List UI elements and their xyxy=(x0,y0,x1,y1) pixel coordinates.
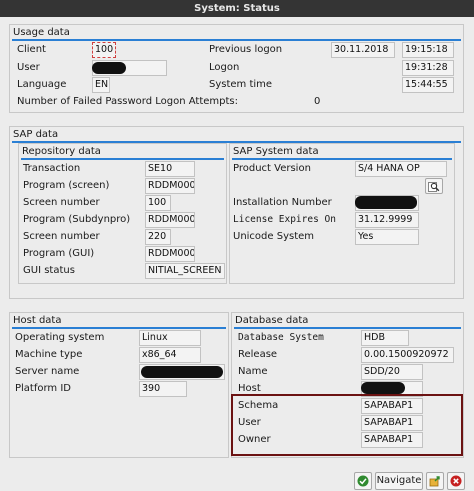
previous-logon-time-field[interactable]: 19:15:18 xyxy=(402,42,454,58)
database-name-label: Name xyxy=(238,366,268,377)
previous-logon-label: Previous logon xyxy=(209,44,283,55)
database-system-field[interactable]: HDB xyxy=(361,330,409,346)
failed-logon-value: 0 xyxy=(314,96,321,107)
program-subdynpro-field[interactable]: RDDM0001 xyxy=(145,212,195,228)
operating-system-label: Operating system xyxy=(15,332,105,343)
program-subdynpro-label: Program (Subdynpro) xyxy=(23,214,131,225)
logon-time-field[interactable]: 19:31:28 xyxy=(402,60,454,76)
screen-number-field[interactable]: 100 xyxy=(145,195,171,211)
system-time-field[interactable]: 15:44:55 xyxy=(402,77,454,93)
installation-number-label: Installation Number xyxy=(233,197,332,208)
navigate-button[interactable]: Navigate xyxy=(375,472,423,490)
database-data-title: Database data xyxy=(235,315,309,326)
program-gui-label: Program (GUI) xyxy=(23,248,95,259)
database-name-field[interactable]: SDD/20 xyxy=(361,364,423,380)
product-version-label: Product Version xyxy=(233,163,311,174)
logon-label: Logon xyxy=(209,62,240,73)
checkmark-icon xyxy=(357,475,369,487)
program-screen-label: Program (screen) xyxy=(23,180,110,191)
license-expires-field[interactable]: 31.12.9999 xyxy=(355,212,419,228)
usage-data-title: Usage data xyxy=(13,27,70,38)
server-name-label: Server name xyxy=(15,366,80,377)
schema-label: Schema xyxy=(238,400,279,411)
unicode-system-label: Unicode System xyxy=(233,231,315,242)
cancel-icon xyxy=(450,475,462,487)
repository-data-title: Repository data xyxy=(22,146,101,157)
subscreen-number-field[interactable]: 220 xyxy=(145,229,171,245)
release-field[interactable]: 0.00.1500920972 xyxy=(361,347,454,363)
platform-id-field[interactable]: 390 xyxy=(139,381,187,397)
product-version-field[interactable]: S/4 HANA OP xyxy=(355,161,447,177)
machine-type-label: Machine type xyxy=(15,349,83,360)
screen-number-label: Screen number xyxy=(23,197,100,208)
user-label: User xyxy=(17,62,40,73)
database-data-underline xyxy=(234,327,461,329)
repository-data-underline xyxy=(21,158,224,160)
subscreen-number-label: Screen number xyxy=(23,231,100,242)
cancel-button[interactable] xyxy=(447,472,465,490)
unicode-system-field[interactable]: Yes xyxy=(355,229,419,245)
previous-logon-date-field[interactable]: 30.11.2018 xyxy=(331,42,395,58)
language-label: Language xyxy=(17,79,67,90)
client-field[interactable]: 100 xyxy=(92,42,116,58)
client-label: Client xyxy=(17,44,46,55)
program-gui-field[interactable]: RDDM0001 xyxy=(145,246,195,262)
owner-label: Owner xyxy=(238,434,271,445)
failed-logon-label: Number of Failed Password Logon Attempts… xyxy=(17,96,238,107)
schema-field[interactable]: SAPABAP1 xyxy=(361,398,423,414)
language-field[interactable]: EN xyxy=(92,77,110,93)
usage-data-underline xyxy=(12,39,461,41)
transaction-field[interactable]: SE10 xyxy=(145,161,195,177)
gui-status-field[interactable]: NITIAL_SCREEN xyxy=(145,263,225,279)
program-screen-field[interactable]: RDDM0001 xyxy=(145,178,195,194)
product-details-button[interactable] xyxy=(425,178,443,194)
user-redaction xyxy=(92,62,126,74)
window-title: System: Status xyxy=(0,0,474,17)
platform-id-label: Platform ID xyxy=(15,383,72,394)
host-data-underline xyxy=(12,327,226,329)
magnifier-icon xyxy=(428,182,440,192)
sap-data-title: SAP data xyxy=(13,129,59,140)
operating-system-field[interactable]: Linux xyxy=(139,330,201,346)
db-user-label: User xyxy=(238,417,261,428)
transaction-label: Transaction xyxy=(23,163,81,174)
release-label: Release xyxy=(238,349,278,360)
installation-number-redaction xyxy=(355,196,417,209)
gui-status-label: GUI status xyxy=(23,265,75,276)
server-name-redaction xyxy=(141,366,223,378)
owner-field[interactable]: SAPABAP1 xyxy=(361,432,423,448)
system-time-label: System time xyxy=(209,79,273,90)
sap-system-data-underline xyxy=(232,158,452,160)
export-button[interactable] xyxy=(426,472,444,490)
db-user-field[interactable]: SAPABAP1 xyxy=(361,415,423,431)
host-data-title: Host data xyxy=(13,315,62,326)
export-icon xyxy=(429,476,440,487)
license-expires-label: License Expires On xyxy=(233,214,336,225)
database-system-label: Database System xyxy=(238,332,324,343)
machine-type-field[interactable]: x86_64 xyxy=(139,347,201,363)
database-host-label: Host xyxy=(238,383,261,394)
sap-system-data-title: SAP System data xyxy=(233,146,319,157)
database-host-redaction xyxy=(361,382,405,394)
confirm-button[interactable] xyxy=(354,472,372,490)
